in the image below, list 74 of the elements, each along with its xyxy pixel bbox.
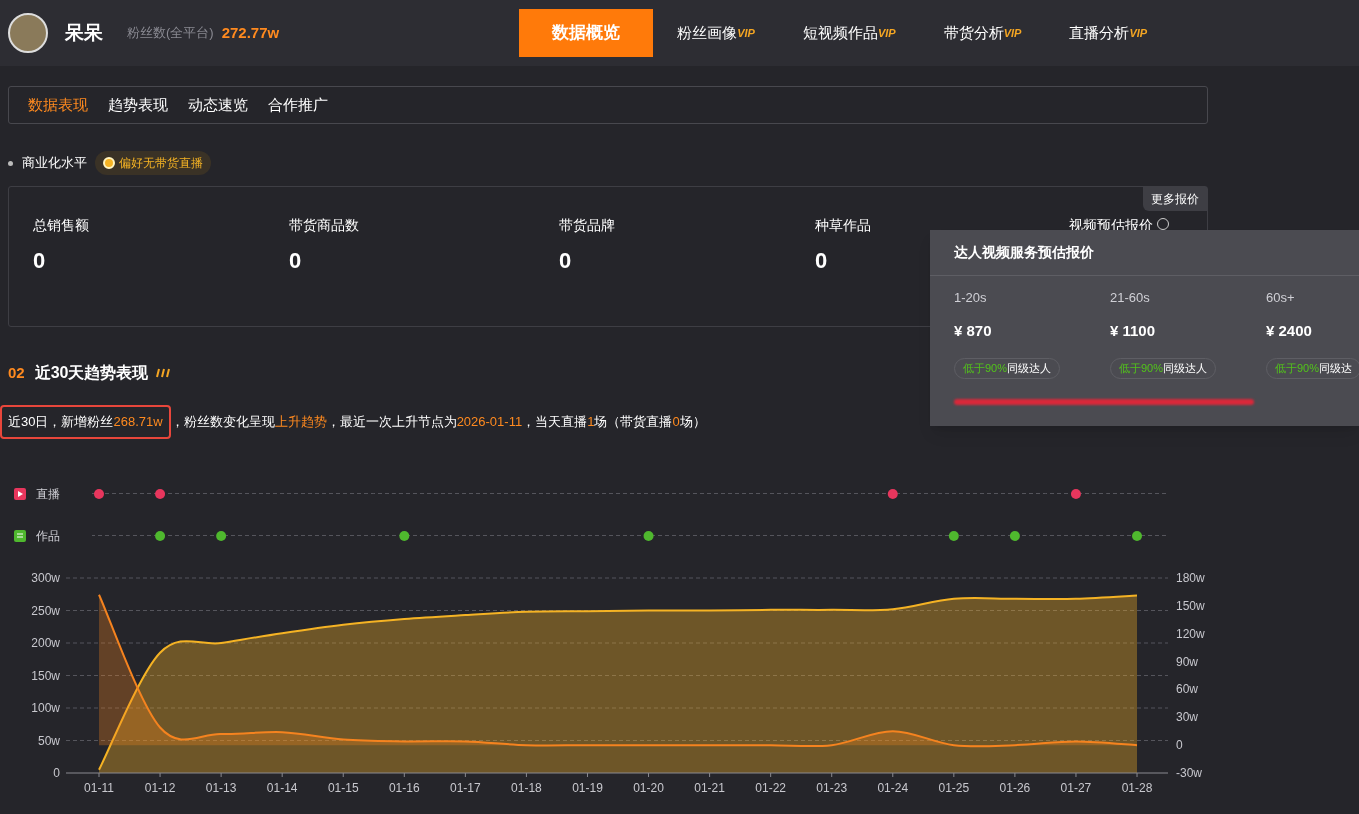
axis-tick-label: 01-13 [205,780,237,795]
axis-tick-label: 90w [1176,654,1198,669]
axis-tick-label: 01-20 [633,780,664,795]
nav-tab[interactable]: 直播分析VIP [1045,9,1172,57]
duration-label: 60s+ [1266,289,1296,307]
axis-tick-label: 50w [38,733,60,747]
section-tab[interactable]: 趋势表现 [99,93,177,117]
axis-tick-label: 01-26 [999,780,1031,795]
stat-label: 带货品牌 [559,216,616,235]
axis-tick-label: 01-12 [144,780,176,795]
stat-value: 0 [289,247,302,275]
trend-summary: ，粉丝数变化呈现上升趋势，最近一次上升节点为2026-01-11，当天直播1场（带货直播0场） [170,413,706,431]
section-number: 02 [8,362,25,383]
axis-tick-label: 01-15 [327,780,359,795]
axis-tick-label: 01-23 [816,780,848,795]
profile-name: 呆呆 [65,20,103,45]
axis-tick-label: 30w [1176,709,1198,724]
axis-tick-label: 200w [31,635,60,650]
axis-tick-label: 01-18 [511,780,542,795]
axis-tick-label: 120w [1176,626,1205,641]
fans-label: 粉丝数(全平台) [127,24,214,43]
section-tab[interactable]: 合作推广 [259,93,337,117]
axis-tick-label: 01-27 [1060,780,1092,795]
preference-tag: 偏好无带货直播 [95,151,211,175]
axis-tick-label: -30w [1176,765,1202,780]
axis-tick-label: 01-16 [388,780,420,795]
axis-tick-label: 01-17 [450,780,481,795]
section-label: 商业化水平 [22,154,87,173]
axis-tick-label: 150w [31,668,60,682]
slash-marks-icon [154,368,171,378]
axis-tick-label: 01-14 [266,780,298,795]
axis-tick-label: 100w [31,700,60,715]
axis-tick-label: 01-11 [84,780,114,795]
duration-label: 21-60s [1110,289,1151,307]
axis-tick-label: 01-24 [877,780,909,795]
price-value: ¥ 2400 [1266,320,1313,341]
nav-tab[interactable]: 带货分析VIP [919,9,1046,57]
bullet-icon [8,160,13,166]
popover-title: 达人视频服务预估报价 [930,230,1359,276]
nav-tab[interactable]: 短视频作品VIP [778,9,920,57]
stat-label: 总销售额 [33,216,90,235]
section-tab[interactable]: 数据表现 [19,93,97,117]
axis-tick-label: 0 [1176,737,1183,752]
axis-tick-label: 01-22 [755,780,786,795]
axis-tick-label: 01-21 [694,780,725,795]
axis-tick-label: 01-19 [572,780,603,795]
event-row-label: 直播 [36,486,60,501]
axis-tick-label: 300w [31,570,60,585]
section-tab[interactable]: 动态速览 [179,93,257,117]
stat-label: 种草作品 [815,216,872,235]
duration-label: 1-20s [954,289,988,307]
axis-tick-label: 180w [1176,570,1205,585]
axis-tick-label: 0 [53,765,60,780]
axis-tick-label: 250w [31,603,60,617]
stat-value: 0 [815,247,828,275]
highlighted-summary: 近30日，新增粉丝268.71w [0,405,171,439]
axis-tick-label: 01-25 [938,780,970,795]
more-quotes-button[interactable]: 更多报价 [1143,187,1207,211]
nav-tab[interactable]: 粉丝画像VIP [653,9,779,57]
fans-count: 272.77w [221,22,280,43]
section-title: 近30天趋势表现 [34,363,149,383]
stat-label: 带货商品数 [289,216,360,235]
price-value: ¥ 1100 [1110,320,1157,341]
document-icon [14,529,26,542]
axis-tick-label: 01-28 [1121,780,1153,795]
coin-icon [103,157,115,169]
price-value: ¥ 870 [954,320,993,341]
play-icon [14,487,26,500]
stat-value: 0 [559,247,572,275]
event-row-label: 作品 [36,528,60,543]
axis-tick-label: 60w [1176,681,1198,696]
axis-tick-label: 150w [1176,598,1205,613]
stat-value: 0 [33,247,46,275]
avatar [8,13,48,53]
